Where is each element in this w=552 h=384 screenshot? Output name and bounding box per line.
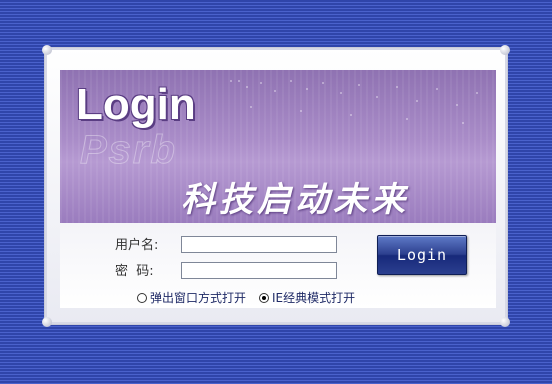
corner-knob-icon bbox=[42, 317, 52, 327]
password-input[interactable] bbox=[181, 262, 337, 279]
radio-checked-icon[interactable] bbox=[259, 292, 269, 303]
popup-window-label: 弹出窗口方式打开 bbox=[150, 291, 247, 305]
corner-knob-icon bbox=[42, 45, 52, 55]
password-label: 密 码: bbox=[115, 264, 154, 279]
login-form: 用户名: 密 码: Login 弹出窗口方式打开 IE经典模式打开 bbox=[60, 223, 496, 308]
login-button[interactable]: Login bbox=[377, 235, 467, 275]
login-banner: Psrb Login 科技启动未来 bbox=[60, 70, 496, 223]
ie-classic-mode-label: IE经典模式打开 bbox=[272, 291, 356, 305]
banner-slogan: 科技启动未来 bbox=[181, 180, 409, 220]
popup-window-option[interactable]: 弹出窗口方式打开 bbox=[137, 289, 246, 306]
banner-watermark: Psrb bbox=[80, 128, 177, 173]
corner-knob-icon bbox=[500, 45, 510, 55]
ie-classic-mode-option[interactable]: IE经典模式打开 bbox=[259, 289, 355, 306]
radio-unchecked-icon[interactable] bbox=[137, 292, 147, 303]
corner-knob-icon bbox=[500, 317, 510, 327]
login-panel: Psrb Login 科技启动未来 用户名: 密 码: Login 弹出窗口方式… bbox=[42, 45, 510, 327]
username-label: 用户名: bbox=[115, 238, 159, 253]
username-input[interactable] bbox=[181, 236, 337, 253]
page-title: Login bbox=[76, 80, 196, 129]
banner-pattern bbox=[230, 80, 478, 124]
